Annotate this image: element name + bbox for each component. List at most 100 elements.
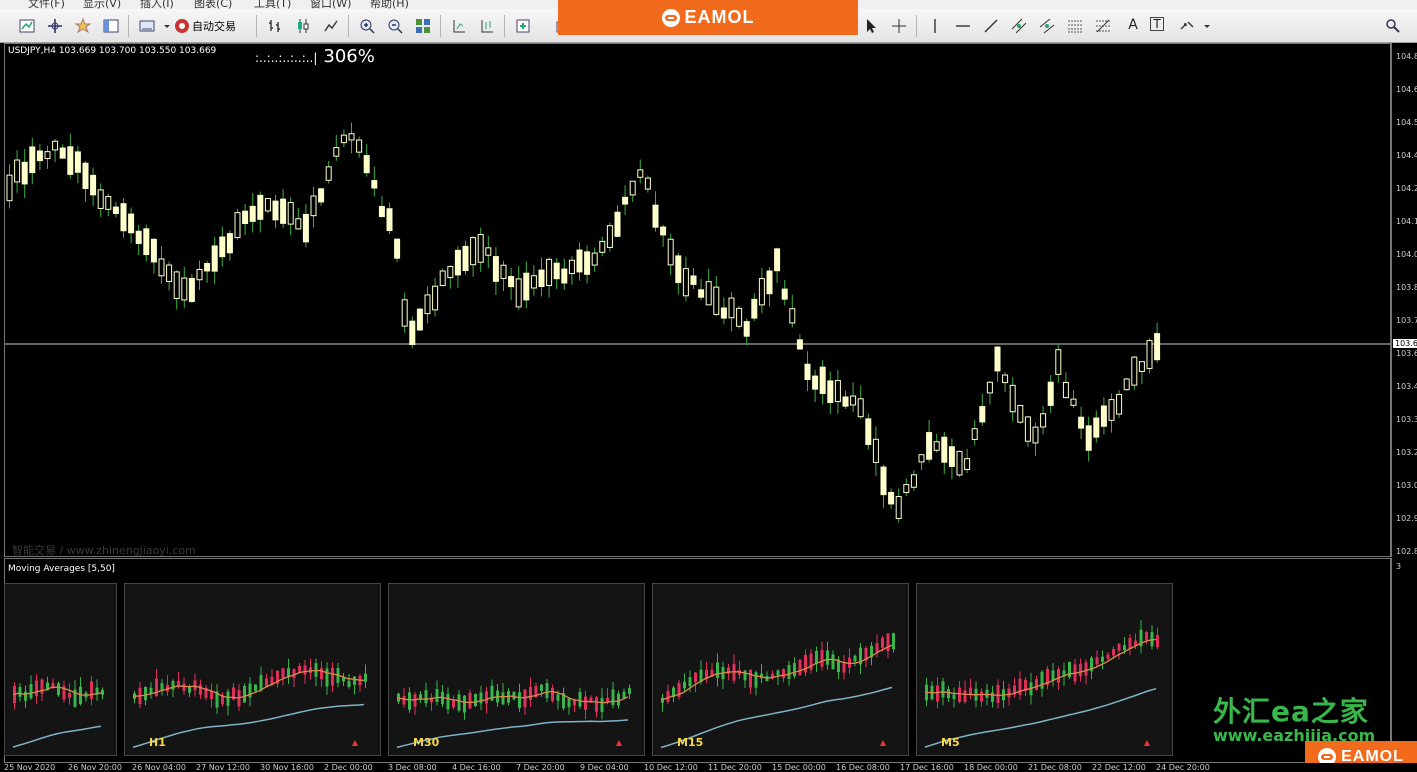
candlestick-chart-icon[interactable] <box>294 17 312 35</box>
indicators-icon[interactable] <box>514 17 532 35</box>
candle-body <box>492 256 499 282</box>
candle-body <box>280 198 287 224</box>
mini-candle-body <box>457 694 461 711</box>
autotrade-button[interactable]: 自动交易 <box>175 17 236 35</box>
ma-panel-m15[interactable]: M15 ▲ <box>652 583 909 756</box>
new-chart-icon[interactable] <box>18 17 36 35</box>
tile-windows-icon[interactable] <box>414 17 432 35</box>
favorites-icon[interactable] <box>74 17 92 35</box>
price-chart[interactable] <box>4 43 1391 557</box>
candle-body <box>796 339 803 350</box>
candle-body <box>1131 356 1138 386</box>
candle-body <box>105 196 112 210</box>
mini-candle-body <box>996 685 1000 703</box>
auto-scroll-icon[interactable] <box>478 17 496 35</box>
crosshair-icon[interactable] <box>890 17 908 35</box>
candle-body <box>781 288 788 300</box>
candle-body <box>903 484 910 493</box>
equidistant-channel-icon[interactable] <box>1010 17 1028 35</box>
candle-body <box>637 169 644 178</box>
mini-candle-body <box>754 672 758 688</box>
menu-insert[interactable]: 插入(I) <box>140 0 174 9</box>
candle-body <box>378 205 385 218</box>
zoom-in-icon[interactable] <box>358 17 376 35</box>
candle-body <box>743 321 750 337</box>
mini-chart <box>924 620 1159 748</box>
candle-body <box>394 238 401 259</box>
mini-candle-body <box>892 633 895 650</box>
chart-shift-icon[interactable] <box>450 17 468 35</box>
mini-candle-body <box>584 696 587 710</box>
time-tick: 4 Dec 16:00 <box>452 763 501 772</box>
candle-body <box>150 238 157 263</box>
ma-panel-m30[interactable]: M30 ▲ <box>388 583 645 756</box>
bar-chart-icon[interactable] <box>266 17 284 35</box>
menu-view[interactable]: 显示(V) <box>83 0 121 9</box>
time-tick: 17 Dec 16:00 <box>900 763 954 772</box>
candle-body <box>439 270 446 287</box>
time-tick: 2 Dec 00:00 <box>324 763 373 772</box>
candle-body <box>508 275 515 288</box>
ma-panel-h1[interactable]: H1 ▲ <box>124 583 381 756</box>
candle-body <box>561 268 568 284</box>
mini-candle-body <box>1007 688 1011 698</box>
candle-body <box>432 285 439 311</box>
candle-body <box>59 147 66 159</box>
candle-body <box>318 188 325 203</box>
mini-chart <box>12 674 104 748</box>
zoom-out-icon[interactable] <box>386 17 404 35</box>
time-tick: 21 Dec 08:00 <box>1028 763 1082 772</box>
mini-chart <box>660 632 895 749</box>
search-icon[interactable] <box>1384 17 1402 35</box>
mini-candle-body <box>402 695 406 705</box>
arrows-dropdown-icon[interactable] <box>1198 17 1210 35</box>
menu-tools[interactable]: 工具(T) <box>254 0 291 9</box>
menu-help[interactable]: 帮助(H) <box>370 0 409 9</box>
mini-candle-body <box>815 650 818 664</box>
candle-body <box>888 491 895 505</box>
candle-body <box>872 438 879 463</box>
menu-charts[interactable]: 图表(C) <box>194 0 232 9</box>
navigator-icon[interactable] <box>102 17 120 35</box>
ma-panel[interactable] <box>4 583 117 756</box>
horizontal-line-icon[interactable] <box>954 17 972 35</box>
menu-window[interactable]: 窗口(W) <box>310 0 351 9</box>
candle-body <box>477 234 484 263</box>
time-tick: 7 Dec 20:00 <box>516 763 565 772</box>
mini-candle-body <box>776 670 780 676</box>
line-chart-icon[interactable] <box>322 17 340 35</box>
mini-candle-body <box>991 692 994 702</box>
mini-candle-body <box>160 683 164 690</box>
mini-candle-body <box>952 694 956 700</box>
panel-timeframe-label: M15 <box>677 736 704 749</box>
candle-body <box>751 298 758 319</box>
dropdown-arrow-icon[interactable] <box>158 17 170 35</box>
vertical-line-icon[interactable] <box>926 17 944 35</box>
mini-candle-body <box>628 688 631 694</box>
mini-candle-body <box>683 681 686 689</box>
text-tool-icon[interactable]: A <box>1124 17 1142 35</box>
regression-channel-icon[interactable] <box>1038 17 1056 35</box>
arrows-icon[interactable] <box>1178 17 1196 35</box>
brand-chinese-text: 外汇ea之家 <box>1213 695 1369 728</box>
price-axis[interactable]: 104.8 104.6 104.5 104.4 104.2 104.1 104.… <box>1391 43 1417 557</box>
candle-body <box>948 446 955 467</box>
terminal-icon[interactable] <box>138 17 156 35</box>
panel-marker-icon: ▲ <box>351 738 358 747</box>
time-axis: 25 Nov 2020 26 Nov 20:00 26 Nov 04:00 27 No… <box>0 763 1417 772</box>
candle-body <box>956 450 963 476</box>
menu-file[interactable]: 文件(F) <box>28 0 65 9</box>
price-tick: 104.2 <box>1396 184 1417 193</box>
ma-panel-m5[interactable]: M5 ▲ <box>916 583 1173 756</box>
candle-body <box>348 133 355 141</box>
fibonacci-icon[interactable] <box>1066 17 1084 35</box>
fibo-fan-icon[interactable] <box>1094 17 1112 35</box>
text-label-icon[interactable]: T <box>1150 17 1164 31</box>
crosshair-move-icon[interactable] <box>46 17 64 35</box>
mini-candle-body <box>24 691 27 701</box>
cursor-icon[interactable] <box>862 17 880 35</box>
mini-candle-body <box>1057 668 1060 683</box>
candle-body <box>234 212 241 239</box>
trendline-icon[interactable] <box>982 17 1000 35</box>
mini-candle-body <box>40 679 44 694</box>
